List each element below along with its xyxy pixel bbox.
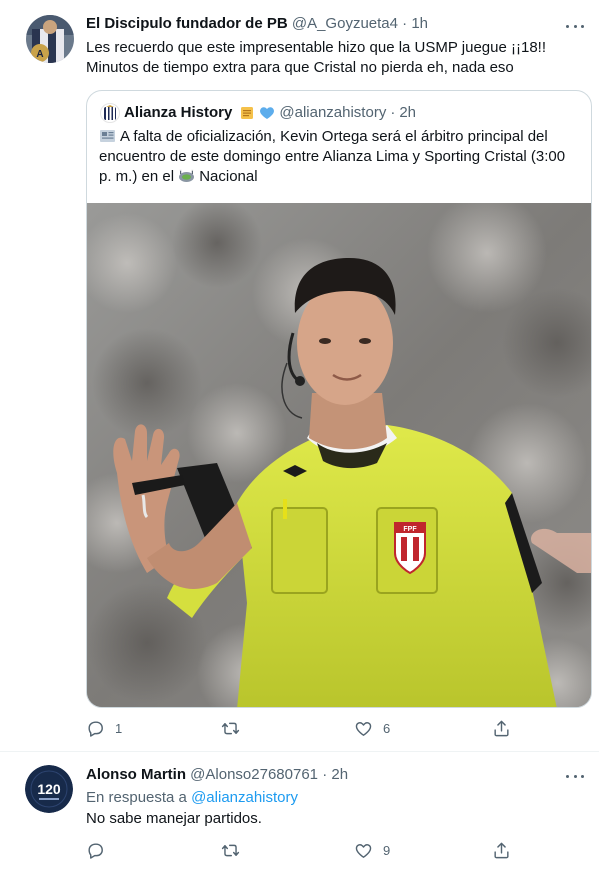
quoted-tweet[interactable]: Alianza History @alianzahistory · 2h A f… (86, 90, 592, 708)
quote-text-segment: A falta de oficialización, Kevin Ortega … (120, 128, 548, 145)
stadium-emoji-icon (179, 169, 195, 182)
quote-text-line: p. m.) en el Nacional (99, 167, 585, 187)
reply-button[interactable] (86, 841, 115, 860)
tweet-text-line: Minutos de tiempo extra para que Cristal… (86, 59, 514, 76)
blue-heart-icon (260, 107, 275, 119)
like-count: 9 (383, 843, 391, 858)
referee-photo: FPF (87, 203, 591, 707)
user-handle[interactable]: @Alonso27680761 (190, 766, 318, 783)
reply-button[interactable]: 1 (86, 719, 122, 738)
avatar[interactable]: A (26, 15, 74, 63)
timestamp[interactable]: 1h (411, 15, 428, 32)
share-button[interactable] (492, 719, 511, 738)
quote-text: A falta de oficialización, Kevin Ortega … (99, 127, 585, 187)
display-name[interactable]: El Discipulo fundador de PB (86, 15, 288, 32)
timestamp[interactable]: 2h (331, 766, 348, 783)
reply-handle-link[interactable]: @alianzahistory (191, 789, 298, 806)
separator-dot: · (402, 15, 408, 32)
tweet-text: No sabe manejar partidos. (86, 810, 262, 827)
share-icon (494, 842, 509, 859)
tweet[interactable]: A El Discipulo fundador de PB @A_Goyzuet… (0, 0, 599, 752)
more-icon[interactable] (563, 766, 587, 786)
tweet-header: Alonso Martin @Alonso27680761 · 2h (86, 765, 348, 785)
quote-user-handle[interactable]: @alianzahistory (279, 103, 386, 123)
tweet-actions: 1 6 (86, 719, 586, 739)
tweet-photo[interactable]: FPF (87, 203, 591, 707)
share-icon (494, 720, 509, 737)
quote-avatar (100, 103, 120, 123)
quote-text-segment: Nacional (199, 168, 258, 185)
quote-text-line: A falta de oficialización, Kevin Ortega … (99, 127, 585, 147)
retweet-icon (221, 844, 240, 857)
separator-dot: · (322, 766, 328, 783)
scroll-emoji-icon (241, 107, 254, 119)
user-handle[interactable]: @A_Goyzueta4 (292, 15, 398, 32)
svg-text:A: A (36, 49, 43, 60)
quote-header: Alianza History @alianzahistory · 2h (100, 103, 416, 123)
quote-text-segment: p. m.) en el (99, 168, 175, 185)
svg-text:FPF: FPF (403, 526, 417, 533)
like-count: 6 (383, 721, 391, 736)
quote-timestamp[interactable]: 2h (399, 103, 416, 123)
display-name[interactable]: Alonso Martin (86, 766, 186, 783)
quote-text-line: encuentro de este domingo entre Alianza … (99, 148, 566, 165)
like-button[interactable]: 9 (354, 841, 390, 860)
like-button[interactable]: 6 (354, 719, 390, 738)
separator-dot: · (390, 104, 396, 121)
tweet-text-line: Les recuerdo que este impresentable hizo… (86, 39, 546, 56)
quote-display-name[interactable]: Alianza History (124, 103, 232, 123)
reply-icon (88, 721, 103, 737)
avatar-text: 120 (37, 781, 61, 797)
tweet-text: Les recuerdo que este impresentable hizo… (86, 38, 586, 78)
like-icon (355, 722, 372, 736)
like-icon (355, 844, 372, 858)
tweet[interactable]: 120 Alonso Martin @Alonso27680761 · 2h E… (0, 753, 599, 874)
tweet-actions: 9 (86, 841, 586, 861)
reply-icon (88, 843, 103, 859)
retweet-button[interactable] (221, 841, 250, 860)
reply-count: 1 (115, 721, 123, 736)
retweet-icon (221, 722, 240, 735)
avatar[interactable]: 120 (25, 765, 73, 813)
more-icon[interactable] (563, 16, 587, 36)
reply-prefix: En respuesta a (86, 789, 187, 806)
retweet-button[interactable] (221, 719, 250, 738)
reply-context: En respuesta a @alianzahistory (86, 788, 298, 808)
newspaper-emoji-icon (100, 130, 115, 142)
tweet-header: El Discipulo fundador de PB @A_Goyzueta4… (86, 14, 428, 34)
share-button[interactable] (492, 841, 511, 860)
